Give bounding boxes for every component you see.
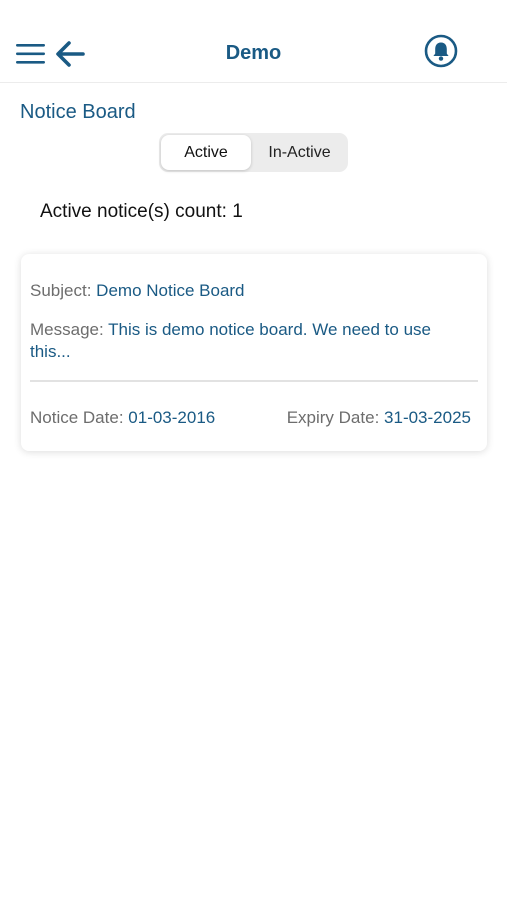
card-divider <box>30 380 478 382</box>
notice-card[interactable]: Subject: Demo Notice Board Message: This… <box>21 254 487 451</box>
notice-date-row: Notice Date: 01-03-2016 <box>30 407 215 429</box>
subject-value: Demo Notice Board <box>96 281 245 300</box>
subject-label: Subject: <box>30 281 92 300</box>
status-segmented-control: Active In-Active <box>159 133 348 172</box>
tab-active[interactable]: Active <box>161 135 251 170</box>
tab-in-active[interactable]: In-Active <box>253 135 346 170</box>
expiry-date-row: Expiry Date: 31-03-2025 <box>287 407 471 429</box>
message-row: Message: This is demo notice board. We n… <box>30 319 467 363</box>
top-app-bar: Demo <box>0 0 507 83</box>
notification-bell-icon[interactable] <box>424 34 458 68</box>
expiry-date-label: Expiry Date: <box>286 408 380 427</box>
notice-date-label: Notice Date: <box>30 408 124 427</box>
expiry-date-value: 31-03-2025 <box>384 408 471 427</box>
active-notice-count: Active notice(s) count: 1 <box>40 201 243 222</box>
page-title: Notice Board <box>20 101 136 123</box>
subject-row: Subject: Demo Notice Board <box>30 280 475 302</box>
app-root: Demo Notice Board Active In-Active Activ… <box>0 0 507 900</box>
message-label: Message: <box>30 320 104 339</box>
notice-date-value: 01-03-2016 <box>128 408 216 427</box>
